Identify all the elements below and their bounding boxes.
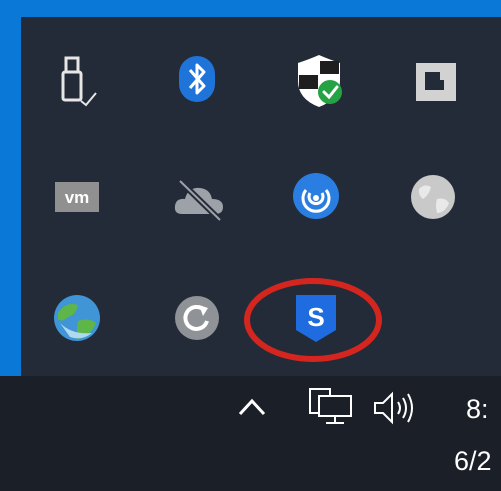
clock-date[interactable]: 6/2 [454,446,492,477]
webex-icon[interactable] [291,171,341,221]
show-hidden-icons-chevron[interactable] [236,390,268,422]
vmware-icon[interactable]: vm [53,180,101,214]
usb-safely-remove-icon[interactable] [51,55,107,111]
notification-area-overflow-panel: vm S [21,17,501,376]
network-icon[interactable] [304,386,356,428]
volume-icon[interactable] [370,388,422,428]
square-app-icon[interactable] [414,61,458,103]
highlight-ellipse [244,278,382,362]
svg-text:vm: vm [65,188,90,207]
onedrive-offline-icon[interactable] [172,172,228,224]
windows-security-icon[interactable] [295,53,345,109]
clock-time[interactable]: 8: [466,394,489,425]
taskbar: 8: 6/2 [0,376,501,491]
globe-network-icon[interactable] [52,293,102,343]
refresh-sync-icon[interactable] [173,294,221,342]
bluetooth-icon[interactable] [177,55,217,103]
globe-gray-icon[interactable] [409,173,457,221]
